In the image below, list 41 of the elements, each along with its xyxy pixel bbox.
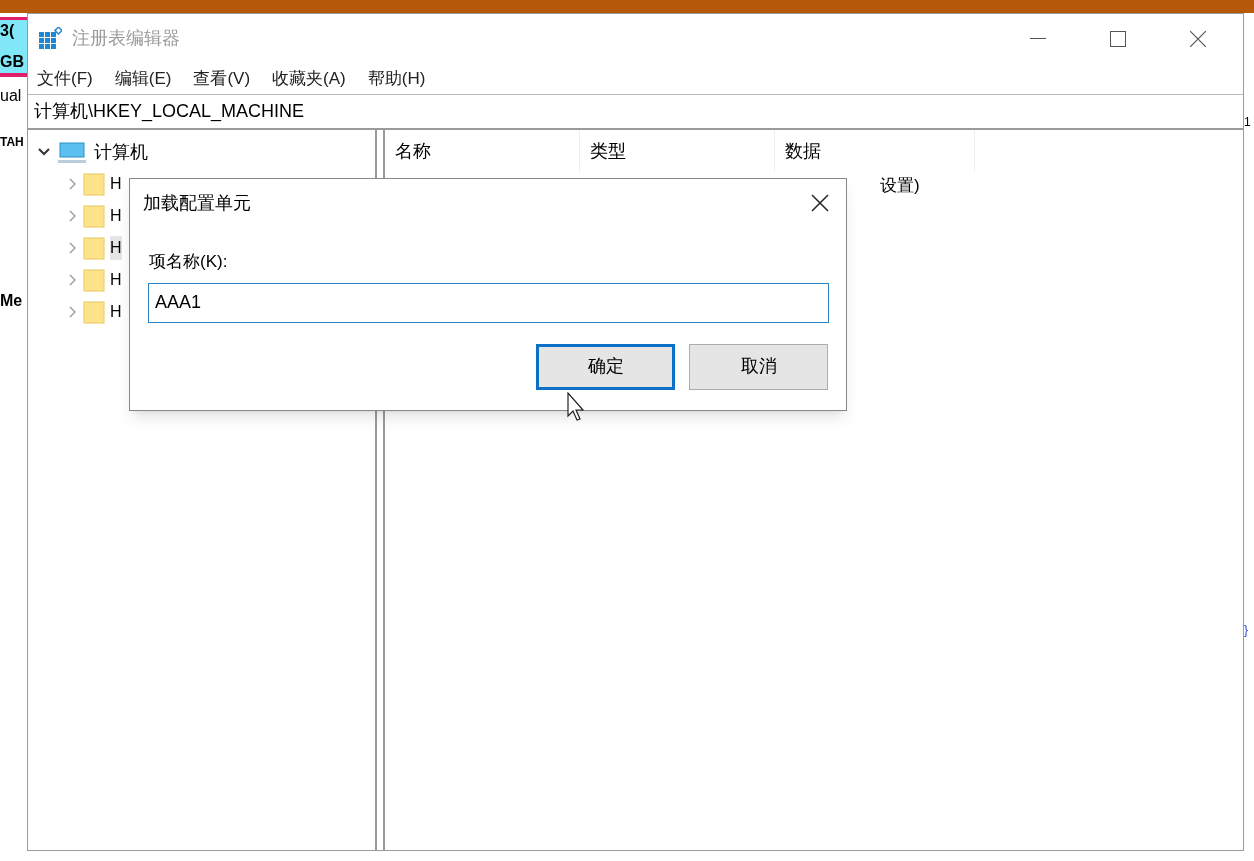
menu-item[interactable]: 收藏夹(A) <box>272 65 346 92</box>
background-window-text: 3( <box>0 17 27 41</box>
close-icon <box>811 194 829 212</box>
close-icon <box>1190 30 1206 47</box>
folder-icon <box>83 236 105 260</box>
background-window-text: } <box>1244 623 1248 637</box>
background-window-text: ual <box>0 86 23 106</box>
registry-grid-icon <box>38 26 62 51</box>
folder-icon <box>83 268 105 292</box>
cancel-button[interactable]: 取消 <box>689 343 828 390</box>
column-header[interactable]: 类型 <box>580 130 775 172</box>
maximize-icon <box>1110 30 1126 47</box>
dialog-title: 加载配置单元 <box>143 191 251 215</box>
background-window-text: TAH <box>0 134 25 151</box>
menu-item[interactable]: 帮助(H) <box>367 65 426 92</box>
tree-item[interactable]: H <box>110 268 122 292</box>
tree-item[interactable]: 计算机 <box>94 138 148 166</box>
background-window-text: Me <box>0 291 24 311</box>
folder-icon <box>83 300 105 324</box>
tree-item[interactable]: H <box>110 300 122 324</box>
folder-icon <box>83 204 105 228</box>
window-title: 注册表编辑器 <box>72 27 180 50</box>
background-window-text: GB <box>0 41 27 77</box>
tree-item[interactable]: H <box>110 204 122 228</box>
tree-item[interactable]: H <box>110 172 122 196</box>
menu-item[interactable]: 查看(V) <box>193 65 251 92</box>
key-name-input[interactable]: AAA1 <box>148 282 829 323</box>
folder-icon <box>83 172 105 196</box>
chevron-down-icon[interactable] <box>38 146 50 158</box>
table-cell-text: 设置) <box>880 175 920 198</box>
minimize-icon <box>1030 37 1046 40</box>
background-window-text: 1 <box>1244 115 1251 129</box>
ok-button[interactable]: 确定 <box>536 343 675 390</box>
field-label: 项名称(K): <box>149 252 228 271</box>
tree-item[interactable]: H <box>110 236 122 260</box>
menu-item[interactable]: 文件(F) <box>37 65 93 92</box>
menu-item[interactable]: 编辑(E) <box>114 65 172 92</box>
column-header[interactable]: 名称 <box>385 130 580 172</box>
computer-icon <box>58 140 86 164</box>
column-header[interactable]: 数据 <box>775 130 975 172</box>
address-bar[interactable]: 计算机\HKEY_LOCAL_MACHINE <box>34 98 305 125</box>
